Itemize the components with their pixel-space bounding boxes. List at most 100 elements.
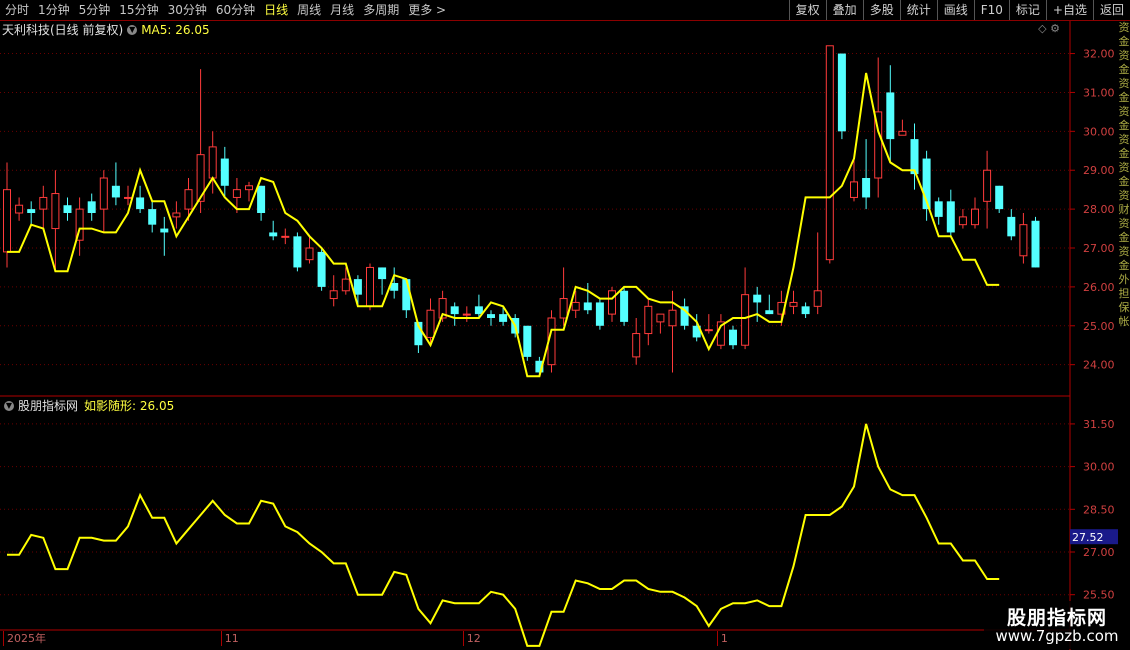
candle-body (583, 302, 592, 311)
strip-char: 资 (1118, 105, 1130, 118)
main-y-label: 31.00 (1083, 86, 1115, 99)
candle-body (111, 185, 120, 198)
right-info-strip[interactable]: 资金资金资金资金资金资金资财资金资金外担保帐 (1118, 21, 1130, 631)
tab-0[interactable]: 分时 (0, 0, 33, 20)
candle-body (329, 290, 338, 300)
tab-1[interactable]: 1分钟 (33, 0, 74, 20)
toolbar-button-6[interactable]: 标记 (1008, 0, 1046, 20)
main-y-label: 26.00 (1083, 281, 1115, 294)
candle-body (172, 212, 181, 218)
toolbar-button-3[interactable]: 统计 (899, 0, 937, 20)
indicator-y-label: 31.50 (1083, 418, 1115, 431)
candle-body (1007, 216, 1016, 237)
main-y-label: 30.00 (1083, 125, 1115, 138)
candle-body (124, 196, 132, 199)
strip-char: 金 (1118, 175, 1130, 188)
main-y-label: 25.00 (1083, 320, 1115, 333)
tab-7[interactable]: 周线 (292, 0, 325, 20)
candle-body (245, 185, 253, 191)
candle-body (148, 209, 157, 225)
candle-body (813, 290, 822, 307)
strip-char: 金 (1118, 147, 1130, 160)
candle-body (922, 158, 931, 210)
candle-body (353, 279, 362, 295)
tab-5[interactable]: 60分钟 (211, 0, 259, 20)
candle-body (680, 306, 689, 326)
candle-body (910, 139, 919, 175)
tab-3[interactable]: 15分钟 (114, 0, 162, 20)
indicator-series-label: 如影随形: 26.05 (84, 399, 175, 413)
indicator-dropdown-icon[interactable]: ▼ (4, 401, 14, 411)
main-chart-header: 天利科技(日线 前复权) ▼ MA5: 26.05 (2, 22, 210, 38)
candle-body (608, 290, 616, 315)
tab-6[interactable]: 日线 (259, 0, 292, 20)
candle-body (523, 325, 532, 357)
candle-body (886, 92, 895, 140)
toolbar-button-7[interactable]: +自选 (1045, 0, 1093, 20)
strip-char: 资 (1118, 189, 1130, 202)
toolbar-button-5[interactable]: F10 (973, 0, 1009, 20)
candle-body (341, 278, 350, 292)
main-y-label: 29.00 (1083, 164, 1115, 177)
candle-body (850, 181, 858, 198)
indicator-name[interactable]: 股朋指标网 (18, 398, 78, 414)
dropdown-circle-icon[interactable]: ▼ (127, 25, 138, 35)
gear-icon[interactable]: ⚙ (1050, 22, 1060, 35)
date-label: 12 (462, 631, 481, 646)
strip-char: 资 (1118, 245, 1130, 258)
candle-body (63, 205, 72, 213)
candle-body (837, 53, 846, 132)
candle-body (874, 111, 883, 179)
candle-body (535, 360, 544, 373)
candle-body (15, 204, 24, 214)
tab-10[interactable]: 更多 > (403, 0, 450, 20)
tab-9[interactable]: 多周期 (358, 0, 403, 20)
indicator-y-label: 25.50 (1083, 589, 1115, 602)
ma5-line (7, 72, 1000, 378)
candle-body (862, 178, 871, 198)
toolbar-button-1[interactable]: 叠加 (825, 0, 863, 20)
toolbar-button-2[interactable]: 多股 (862, 0, 900, 20)
tab-8[interactable]: 月线 (325, 0, 358, 20)
main-y-label: 27.00 (1083, 242, 1115, 255)
candle-body (390, 283, 399, 291)
candle-body (656, 313, 665, 323)
candle-body (293, 236, 302, 268)
candle-body (958, 216, 967, 226)
candle-body (716, 321, 725, 346)
candle-body (741, 294, 750, 346)
candle-body (269, 232, 278, 237)
candle-body (801, 306, 810, 315)
diamond-icon[interactable]: ◇ (1038, 22, 1046, 35)
tab-2[interactable]: 5分钟 (74, 0, 115, 20)
toolbar-button-0[interactable]: 复权 (788, 0, 826, 20)
strip-char: 资 (1118, 77, 1130, 90)
candle-body (184, 189, 193, 210)
current-value-box (1070, 529, 1118, 545)
candle-body (632, 333, 641, 358)
candle-body (668, 309, 677, 327)
candle-body (378, 267, 387, 280)
tab-4[interactable]: 30分钟 (163, 0, 211, 20)
date-label: 1 (716, 631, 728, 646)
strip-char: 金 (1118, 259, 1130, 272)
candle-body (136, 197, 145, 210)
candle-body (402, 279, 411, 311)
strip-char: 资 (1118, 161, 1130, 174)
candle-body (934, 201, 943, 217)
main-y-label: 24.00 (1083, 359, 1115, 372)
candle-body (620, 290, 629, 322)
toolbar-button-4[interactable]: 画线 (936, 0, 974, 20)
toolbar-button-8[interactable]: 返回 (1092, 0, 1130, 20)
candle-body (487, 314, 495, 318)
candle-body (317, 251, 326, 287)
date-axis: 2025年 11 12 1 (0, 631, 1070, 646)
strip-char: 保 (1118, 301, 1130, 314)
candle-body (3, 189, 11, 253)
candle-body (426, 309, 435, 338)
stock-title[interactable]: 天利科技(日线 前复权) (2, 22, 123, 38)
ma5-label: MA5: 26.05 (141, 23, 210, 37)
stock-chart[interactable]: 32.00 31.00 30.00 29.00 28.00 27.00 26.00 25.00… (0, 0, 1130, 650)
candle-body (281, 235, 290, 238)
candle-body (559, 298, 568, 319)
